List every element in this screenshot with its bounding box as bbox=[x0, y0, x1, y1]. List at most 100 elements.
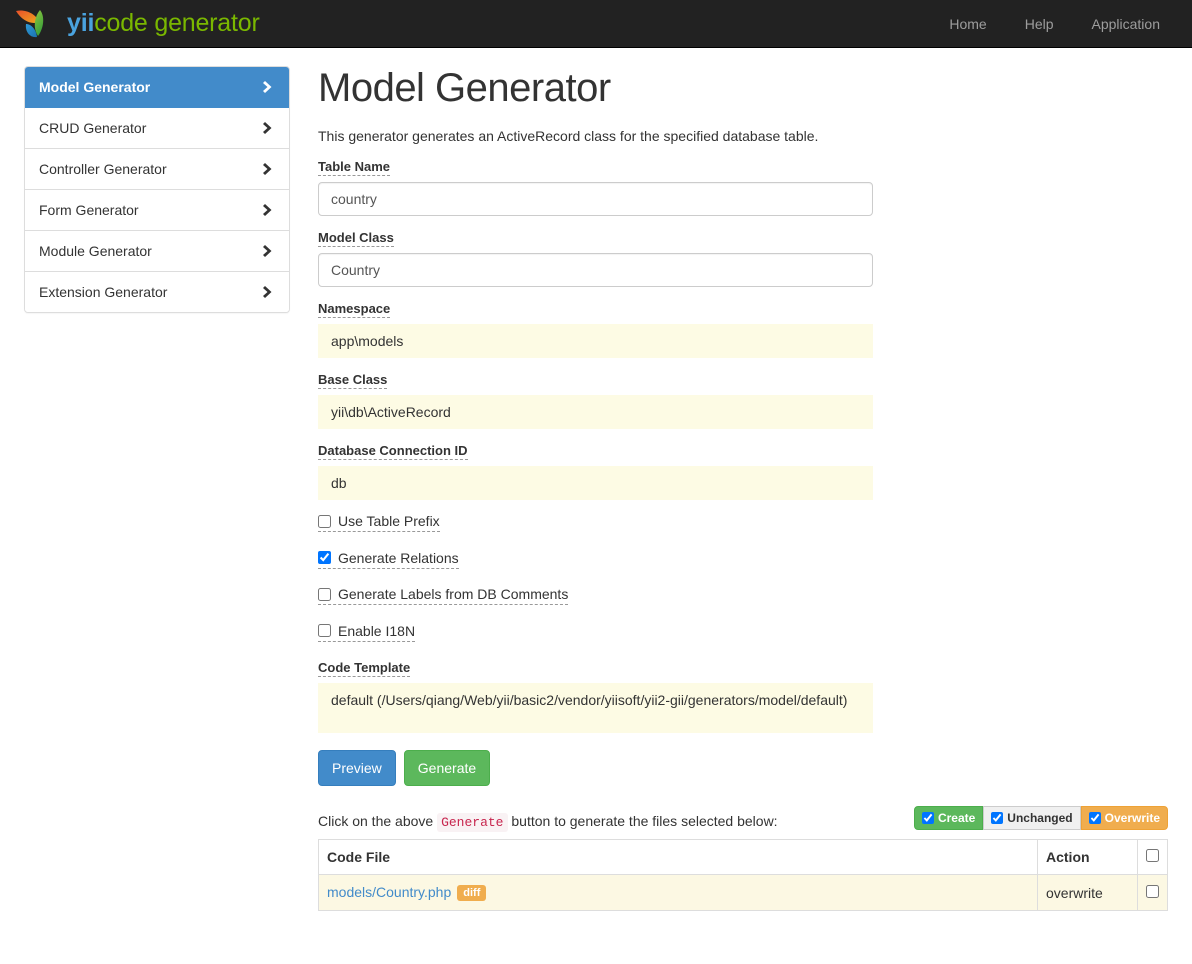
sidebar-item-label: Controller Generator bbox=[39, 160, 167, 178]
generate-labels-checkbox[interactable] bbox=[318, 588, 331, 601]
sidebar-item-label: CRUD Generator bbox=[39, 119, 146, 137]
sidebar-item-module-generator[interactable]: Module Generator bbox=[25, 231, 289, 272]
db-connection-id-label: Database Connection ID bbox=[318, 443, 468, 460]
use-table-prefix-checkbox[interactable] bbox=[318, 515, 331, 528]
navbar-links: Home Help Application bbox=[935, 10, 1174, 38]
checkbox-enable-i18n[interactable]: Enable I18N bbox=[318, 623, 415, 642]
brand-logo-link[interactable]: yiicode generator bbox=[14, 8, 260, 40]
brand-suffix-text: code generator bbox=[94, 9, 259, 37]
results-note-suffix: button to generate the files selected be… bbox=[511, 813, 777, 829]
diff-badge[interactable]: diff bbox=[457, 885, 486, 901]
db-connection-id-input[interactable] bbox=[318, 466, 873, 500]
column-header-action: Action bbox=[1038, 840, 1138, 875]
checkbox-generate-labels-group: Generate Labels from DB Comments bbox=[318, 586, 1168, 606]
field-base-class: Base Class bbox=[318, 371, 1168, 429]
base-class-input[interactable] bbox=[318, 395, 873, 429]
chevron-right-icon bbox=[262, 285, 275, 299]
generate-relations-checkbox[interactable] bbox=[318, 551, 331, 564]
checkbox-label-text: Generate Labels from DB Comments bbox=[338, 586, 568, 602]
checkbox-label-text: Enable I18N bbox=[338, 623, 415, 639]
checkbox-label-text: Generate Relations bbox=[338, 550, 459, 566]
chevron-right-icon bbox=[262, 80, 275, 94]
checkbox-enable-i18n-group: Enable I18N bbox=[318, 623, 1168, 643]
brand-yii-text: yii bbox=[67, 9, 94, 37]
brand-text: yiicode generator bbox=[67, 11, 260, 36]
model-class-label: Model Class bbox=[318, 230, 394, 247]
checkbox-generate-relations[interactable]: Generate Relations bbox=[318, 550, 459, 569]
legend-unchanged-checkbox[interactable] bbox=[991, 812, 1003, 824]
code-template-input[interactable]: default (/Users/qiang/Web/yii/basic2/ven… bbox=[318, 683, 873, 733]
results-table: Code File Action models/Country.php diff … bbox=[318, 839, 1168, 911]
chevron-right-icon bbox=[262, 121, 275, 135]
page-title: Model Generator bbox=[318, 66, 1168, 110]
results-note: Click on the above Generate button to ge… bbox=[318, 813, 778, 830]
checkbox-use-table-prefix-group: Use Table Prefix bbox=[318, 513, 1168, 533]
field-table-name: Table Name bbox=[318, 158, 1168, 216]
preview-button[interactable]: Preview bbox=[318, 750, 396, 786]
form-actions: Preview Generate bbox=[318, 750, 1168, 786]
base-class-label: Base Class bbox=[318, 372, 387, 389]
legend-label: Create bbox=[938, 811, 975, 825]
field-model-class: Model Class bbox=[318, 229, 1168, 287]
code-file-link[interactable]: models/Country.php bbox=[327, 884, 451, 900]
legend-label: Unchanged bbox=[1007, 811, 1072, 825]
table-name-input[interactable] bbox=[318, 182, 873, 216]
results-note-code: Generate bbox=[437, 813, 507, 832]
sidebar-item-model-generator[interactable]: Model Generator bbox=[25, 67, 289, 108]
sidebar-item-label: Model Generator bbox=[39, 78, 150, 96]
model-class-input[interactable] bbox=[318, 253, 873, 287]
sidebar-item-label: Form Generator bbox=[39, 201, 139, 219]
namespace-input[interactable] bbox=[318, 324, 873, 358]
legend-label: Overwrite bbox=[1105, 811, 1160, 825]
table-name-label: Table Name bbox=[318, 159, 390, 176]
column-header-select-all bbox=[1138, 840, 1168, 875]
code-template-label: Code Template bbox=[318, 660, 410, 677]
checkbox-label-text: Use Table Prefix bbox=[338, 513, 440, 529]
namespace-label: Namespace bbox=[318, 301, 390, 318]
sidebar-item-label: Extension Generator bbox=[39, 283, 167, 301]
status-filter-legend: Create Unchanged Overwrite bbox=[914, 806, 1168, 830]
table-row: models/Country.php diff overwrite bbox=[319, 875, 1168, 911]
results-header: Click on the above Generate button to ge… bbox=[318, 806, 1168, 830]
chevron-right-icon bbox=[262, 203, 275, 217]
yii-logo-icon bbox=[14, 8, 58, 40]
row-select-checkbox[interactable] bbox=[1146, 885, 1159, 898]
legend-overwrite-checkbox[interactable] bbox=[1089, 812, 1101, 824]
table-header-row: Code File Action bbox=[319, 840, 1168, 875]
sidebar: Model Generator CRUD Generator Controlle… bbox=[0, 66, 290, 911]
field-code-template: Code Template default (/Users/qiang/Web/… bbox=[318, 659, 1168, 733]
cell-row-select bbox=[1138, 875, 1168, 911]
cell-action: overwrite bbox=[1038, 875, 1138, 911]
checkbox-use-table-prefix[interactable]: Use Table Prefix bbox=[318, 513, 440, 532]
sidebar-item-crud-generator[interactable]: CRUD Generator bbox=[25, 108, 289, 149]
sidebar-item-controller-generator[interactable]: Controller Generator bbox=[25, 149, 289, 190]
field-db-connection-id: Database Connection ID bbox=[318, 442, 1168, 500]
sidebar-item-extension-generator[interactable]: Extension Generator bbox=[25, 272, 289, 312]
select-all-checkbox[interactable] bbox=[1146, 849, 1159, 862]
results-table-head: Code File Action bbox=[319, 840, 1168, 875]
generator-list: Model Generator CRUD Generator Controlle… bbox=[24, 66, 290, 313]
cell-code-file: models/Country.php diff bbox=[319, 875, 1038, 911]
legend-filter-create[interactable]: Create bbox=[914, 806, 983, 830]
enable-i18n-checkbox[interactable] bbox=[318, 624, 331, 637]
checkbox-generate-relations-group: Generate Relations bbox=[318, 550, 1168, 570]
sidebar-item-label: Module Generator bbox=[39, 242, 152, 260]
nav-link-home[interactable]: Home bbox=[935, 10, 1000, 38]
chevron-right-icon bbox=[262, 244, 275, 258]
results-table-body: models/Country.php diff overwrite bbox=[319, 875, 1168, 911]
results-note-prefix: Click on the above bbox=[318, 813, 433, 829]
nav-link-help[interactable]: Help bbox=[1011, 10, 1068, 38]
legend-filter-overwrite[interactable]: Overwrite bbox=[1081, 806, 1168, 830]
legend-filter-unchanged[interactable]: Unchanged bbox=[983, 806, 1080, 830]
top-navbar: yiicode generator Home Help Application bbox=[0, 0, 1192, 48]
generate-button[interactable]: Generate bbox=[404, 750, 490, 786]
sidebar-item-form-generator[interactable]: Form Generator bbox=[25, 190, 289, 231]
page-description: This generator generates an ActiveRecord… bbox=[318, 128, 1168, 144]
field-namespace: Namespace bbox=[318, 300, 1168, 358]
page-body: Model Generator CRUD Generator Controlle… bbox=[0, 48, 1192, 911]
chevron-right-icon bbox=[262, 162, 275, 176]
main-content: Model Generator This generator generates… bbox=[290, 66, 1192, 911]
checkbox-generate-labels-from-db-comments[interactable]: Generate Labels from DB Comments bbox=[318, 586, 568, 605]
legend-create-checkbox[interactable] bbox=[922, 812, 934, 824]
nav-link-application[interactable]: Application bbox=[1078, 10, 1175, 38]
